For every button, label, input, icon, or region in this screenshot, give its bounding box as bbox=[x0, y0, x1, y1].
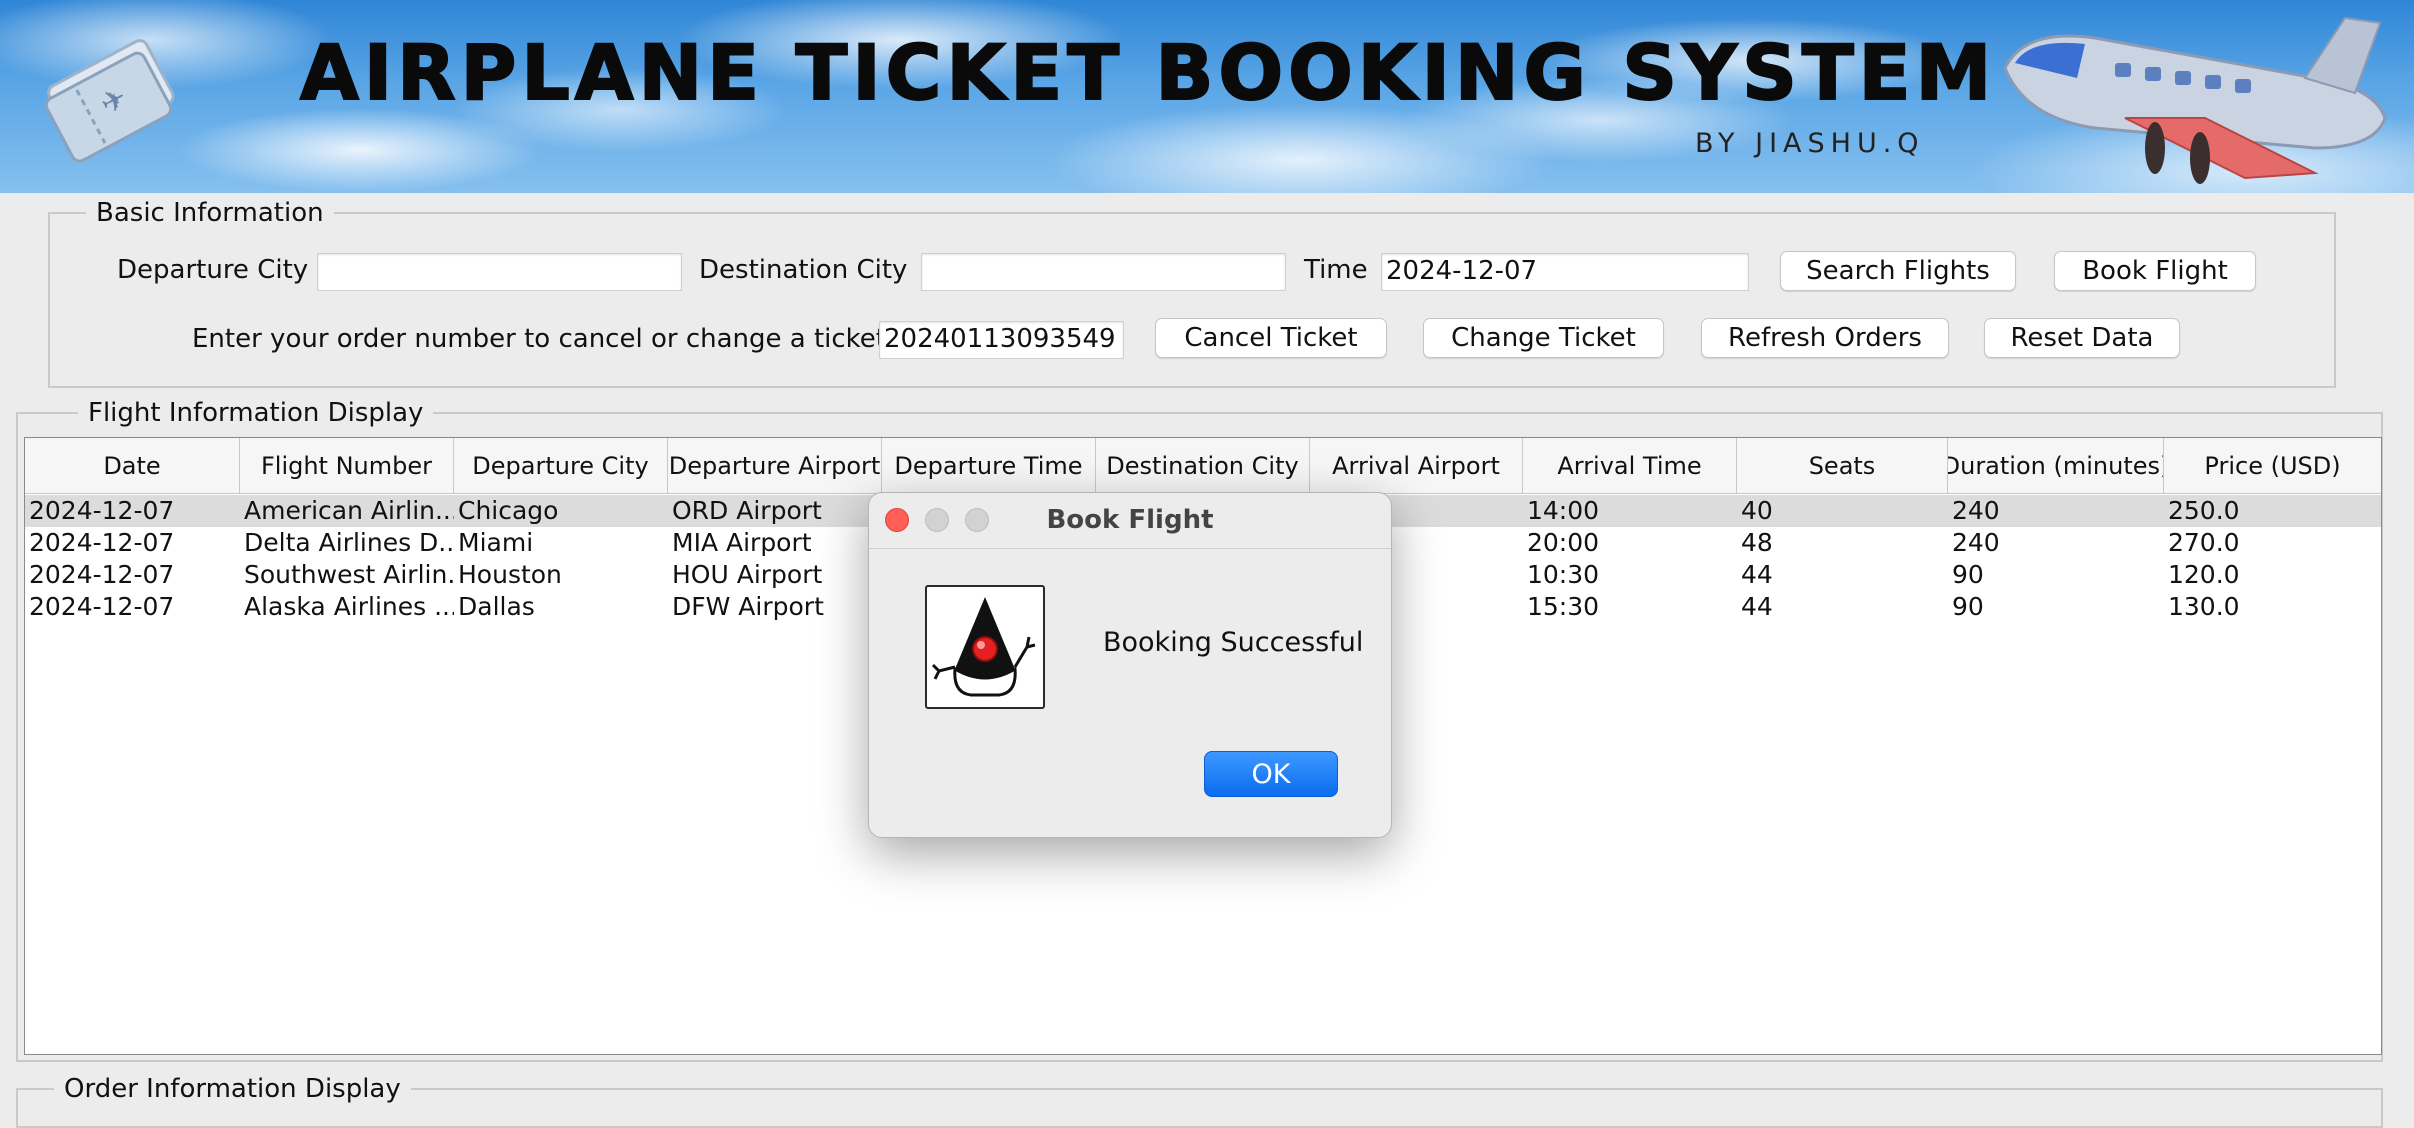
table-cell: 240 bbox=[1952, 496, 2000, 525]
book-flight-dialog: Book Flight Booking Successful OK bbox=[868, 492, 1392, 838]
destination-city-input[interactable] bbox=[921, 253, 1286, 291]
table-cell: 20:00 bbox=[1527, 528, 1600, 557]
table-cell: MIA Airport bbox=[672, 528, 812, 557]
airplane-icon bbox=[1985, 8, 2405, 192]
app-subtitle: BY JIASHU.Q bbox=[1695, 128, 1925, 159]
table-cell: 240 bbox=[1952, 528, 2000, 557]
table-cell: Delta Airlines D... bbox=[244, 528, 454, 557]
dialog-titlebar: Book Flight bbox=[869, 493, 1391, 549]
departure-city-input[interactable] bbox=[317, 253, 682, 291]
column-header[interactable]: Departure City bbox=[454, 438, 668, 494]
dialog-title: Book Flight bbox=[1046, 505, 1214, 535]
order-information-legend: Order Information Display bbox=[54, 1074, 411, 1104]
column-header[interactable]: Departure Time bbox=[882, 438, 1096, 494]
destination-city-label: Destination City bbox=[699, 255, 908, 285]
reset-data-button[interactable]: Reset Data bbox=[1984, 318, 2180, 358]
table-header: Date Flight Number Departure City Depart… bbox=[25, 438, 2381, 494]
app-title: AIRPLANE TICKET BOOKING SYSTEM bbox=[299, 27, 1997, 118]
table-cell: 2024-12-07 bbox=[29, 496, 175, 525]
column-header[interactable]: Flight Number bbox=[240, 438, 454, 494]
ok-button[interactable]: OK bbox=[1204, 751, 1338, 797]
table-cell: 270.0 bbox=[2168, 528, 2240, 557]
table-cell: 2024-12-07 bbox=[29, 528, 175, 557]
table-cell: Chicago bbox=[458, 496, 559, 525]
header-banner: ✈ AIRPLANE TICKET BOOKING SYSTEM BY JIAS… bbox=[0, 0, 2414, 193]
dialog-message: Booking Successful bbox=[1103, 627, 1364, 658]
refresh-orders-button[interactable]: Refresh Orders bbox=[1701, 318, 1949, 358]
time-label: Time bbox=[1304, 255, 1368, 285]
table-cell: 48 bbox=[1741, 528, 1773, 557]
table-cell: Miami bbox=[458, 528, 534, 557]
table-cell: 2024-12-07 bbox=[29, 592, 175, 621]
cancel-ticket-button[interactable]: Cancel Ticket bbox=[1155, 318, 1387, 358]
table-cell: 44 bbox=[1741, 560, 1773, 589]
table-cell: 2024-12-07 bbox=[29, 560, 175, 589]
table-cell: 10:30 bbox=[1527, 560, 1600, 589]
basic-information-group: Basic Information bbox=[48, 198, 2336, 388]
table-cell: 15:30 bbox=[1527, 592, 1600, 621]
table-cell: 130.0 bbox=[2168, 592, 2240, 621]
table-cell: HOU Airport bbox=[672, 560, 823, 589]
table-cell: ORD Airport bbox=[672, 496, 822, 525]
table-cell: 250.0 bbox=[2168, 496, 2240, 525]
java-duke-icon bbox=[925, 585, 1045, 709]
book-flight-button[interactable]: Book Flight bbox=[2054, 251, 2256, 291]
table-cell: Dallas bbox=[458, 592, 535, 621]
table-cell: 40 bbox=[1741, 496, 1773, 525]
departure-city-label: Departure City bbox=[117, 255, 309, 285]
change-ticket-button[interactable]: Change Ticket bbox=[1423, 318, 1664, 358]
ticket-icon: ✈ bbox=[40, 28, 190, 172]
search-flights-button[interactable]: Search Flights bbox=[1780, 251, 2016, 291]
table-cell: Alaska Airlines ... bbox=[244, 592, 454, 621]
table-cell: 90 bbox=[1952, 592, 1984, 621]
column-header[interactable]: Arrival Time bbox=[1523, 438, 1737, 494]
column-header[interactable]: Departure Airport bbox=[668, 438, 882, 494]
table-cell: Houston bbox=[458, 560, 562, 589]
basic-information-legend: Basic Information bbox=[86, 198, 334, 228]
table-cell: DFW Airport bbox=[672, 592, 824, 621]
column-header[interactable]: Seats bbox=[1737, 438, 1948, 494]
order-number-input[interactable]: 20240113093549 bbox=[879, 321, 1124, 359]
flight-information-legend: Flight Information Display bbox=[78, 398, 434, 428]
time-input[interactable]: 2024-12-07 bbox=[1381, 253, 1749, 291]
table-cell: 120.0 bbox=[2168, 560, 2240, 589]
column-header[interactable]: Destination City bbox=[1096, 438, 1310, 494]
table-cell: American Airlin... bbox=[244, 496, 454, 525]
table-cell: 14:00 bbox=[1527, 496, 1600, 525]
column-header[interactable]: Price (USD) bbox=[2164, 438, 2381, 494]
column-header[interactable]: Duration (minutes) bbox=[1948, 438, 2164, 494]
order-information-group: Order Information Display bbox=[16, 1074, 2383, 1128]
table-cell: Southwest Airlin... bbox=[244, 560, 454, 589]
table-cell: 90 bbox=[1952, 560, 1984, 589]
column-header[interactable]: Date bbox=[25, 438, 240, 494]
table-cell: 44 bbox=[1741, 592, 1773, 621]
column-header[interactable]: Arrival Airport bbox=[1310, 438, 1523, 494]
order-number-prompt: Enter your order number to cancel or cha… bbox=[192, 324, 895, 354]
